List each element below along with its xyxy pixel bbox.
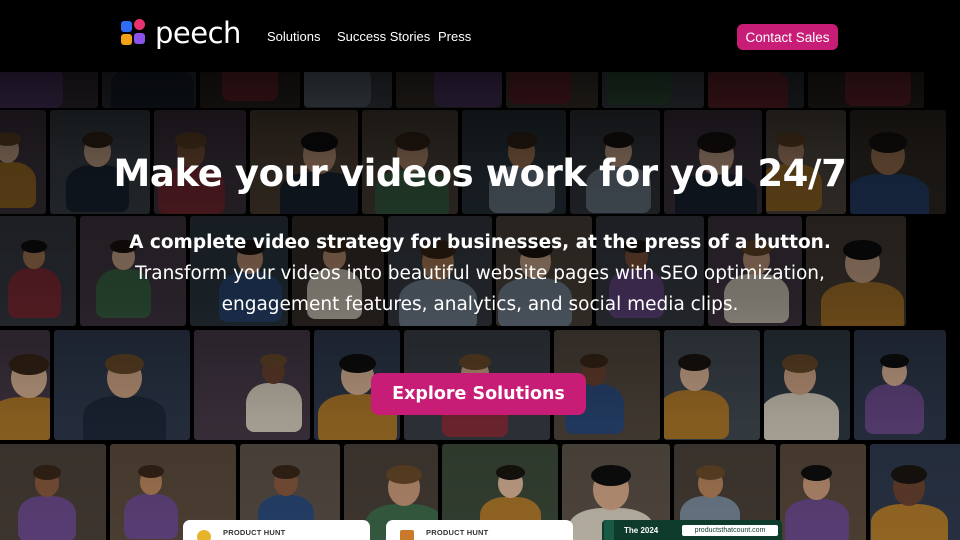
hero-subtitle-line-1: Transform your videos into beautiful web… [135,263,825,284]
logo-text: peech [155,16,241,50]
product-hunt-badge[interactable]: PRODUCT HUNT [183,520,370,540]
peech-logo-icon [121,19,149,47]
hero-subtitle-line-2: engagement features, analytics, and soci… [221,294,739,315]
hero-title: Make your videos work for you 24/7 [113,152,847,195]
product-hunt-medal-icon [197,530,211,540]
nav-link-success-stories[interactable]: Success Stories [337,29,430,44]
award-year: The 2024 [624,526,659,535]
nav-link-solutions[interactable]: Solutions [267,29,320,44]
hero-subtitle-bold: A complete video strategy for businesses… [129,232,831,253]
badge-label: PRODUCT HUNT [426,528,489,537]
logo[interactable]: peech [121,17,241,49]
product-hunt-award-icon [400,530,414,540]
badge-label: PRODUCT HUNT [223,528,286,537]
product-hunt-badge[interactable]: PRODUCT HUNT [386,520,573,540]
award-site: productsthatcount.com [682,525,778,536]
top-nav: peech Solutions Success Stories Press Co… [0,0,960,72]
nav-link-press[interactable]: Press [438,29,471,44]
contact-sales-button[interactable]: Contact Sales [737,24,838,50]
award-ribbon-icon [604,520,614,540]
products-that-count-award-badge[interactable]: The 2024 productsthatcount.com [602,520,782,540]
explore-solutions-button[interactable]: Explore Solutions [371,373,586,415]
